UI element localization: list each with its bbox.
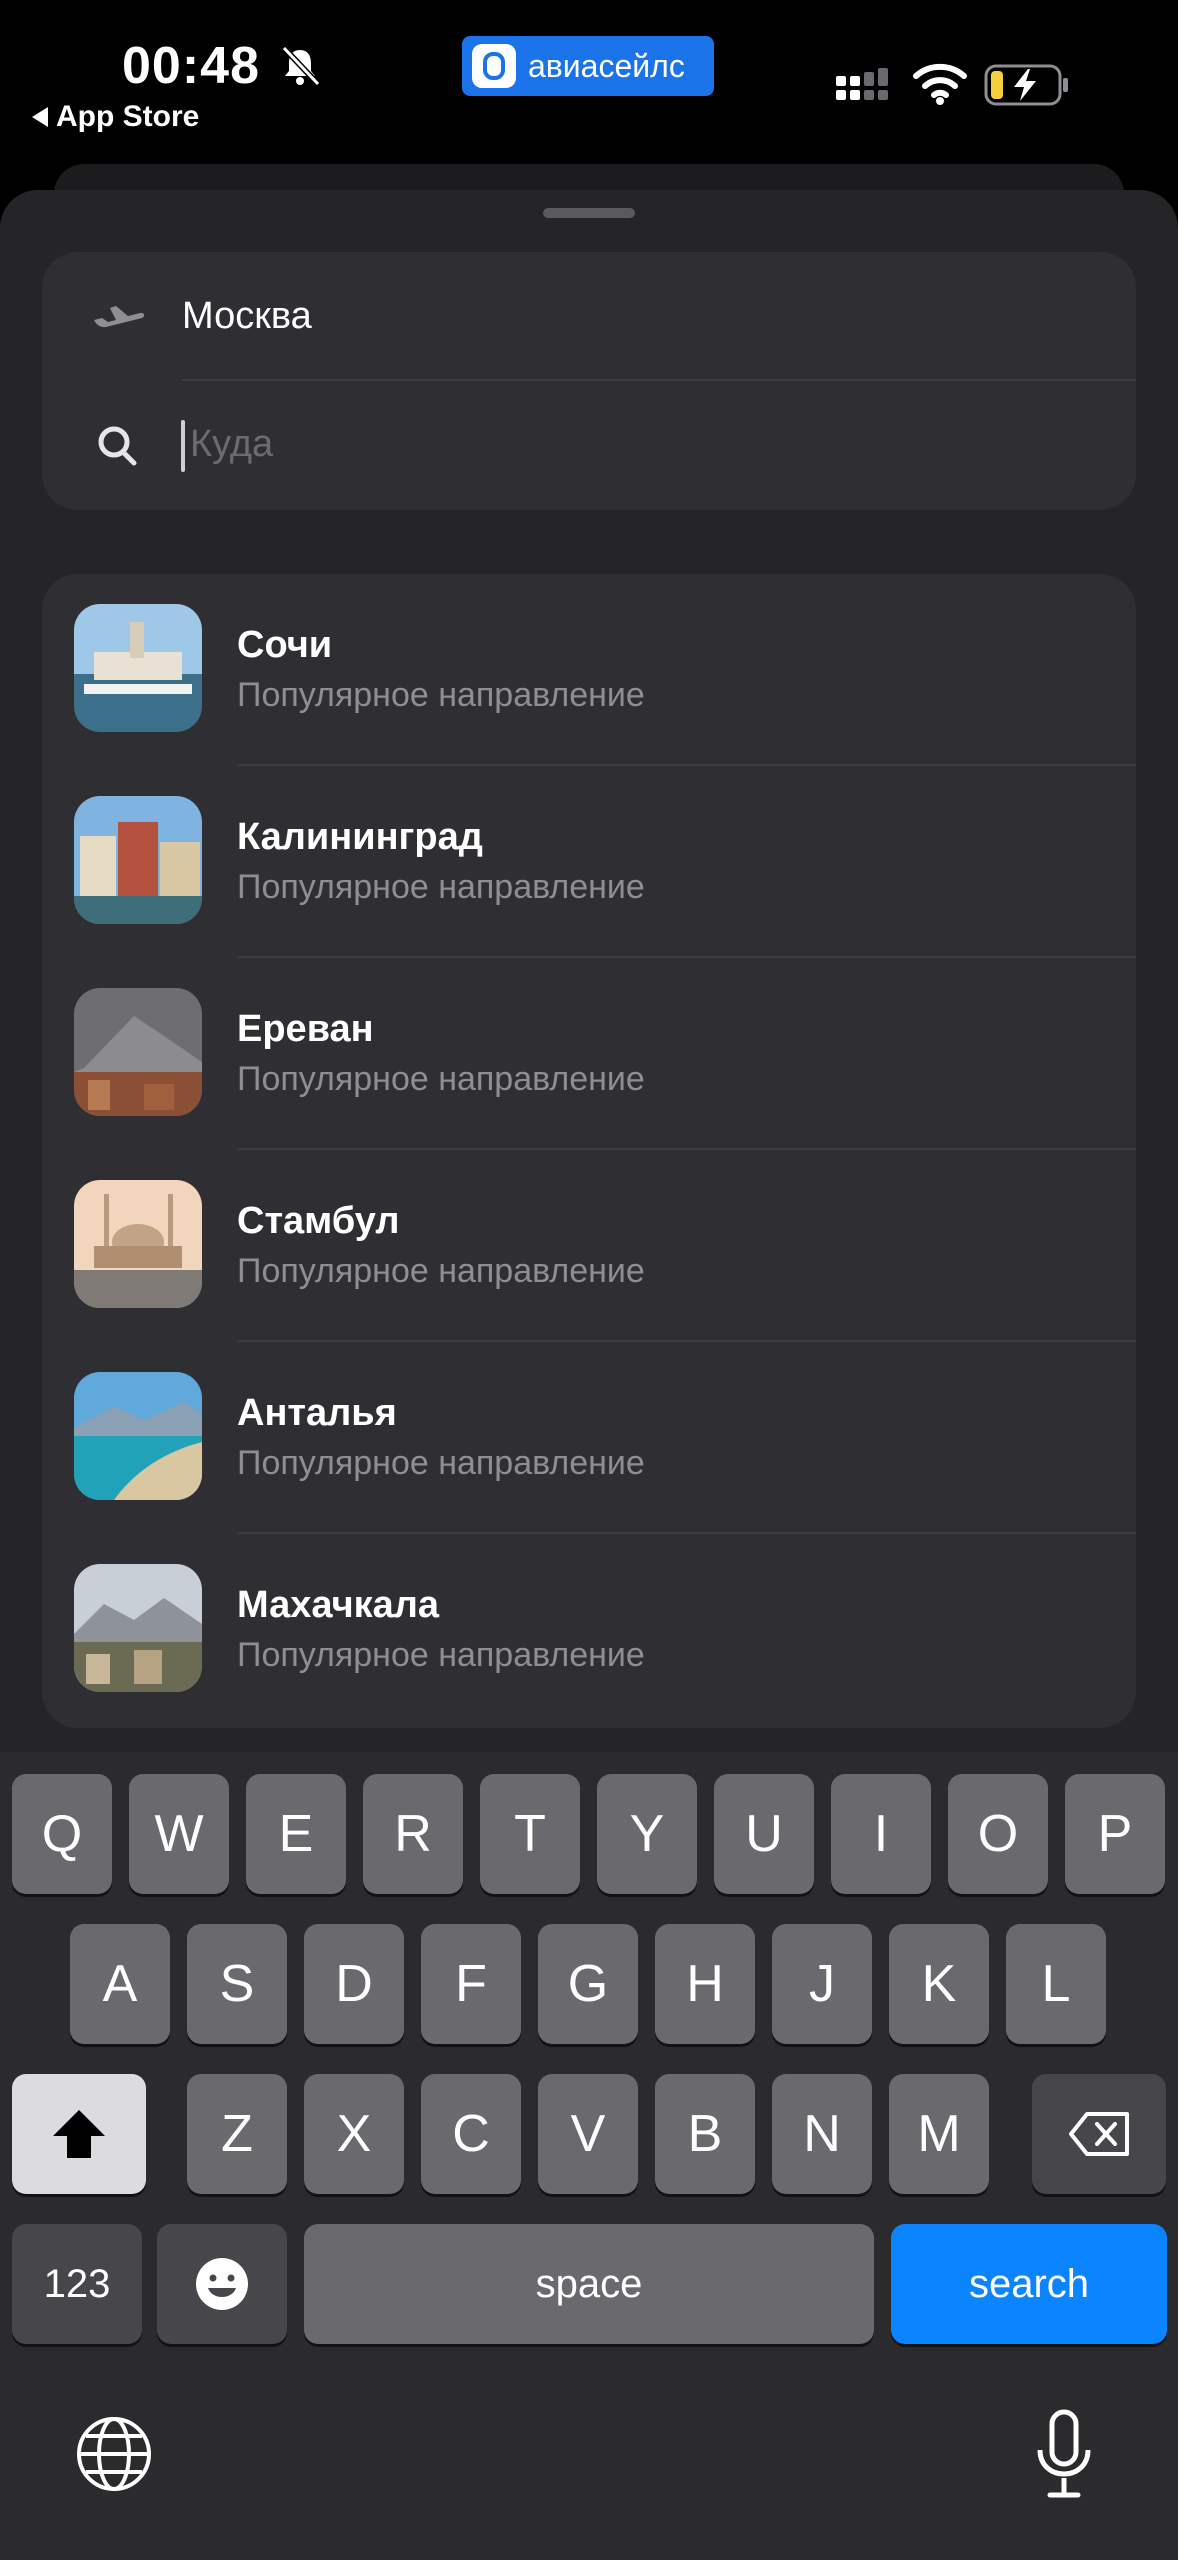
- key-v[interactable]: V: [538, 2074, 638, 2194]
- destination-city: Калининград: [237, 816, 483, 858]
- key-j[interactable]: J: [772, 1924, 872, 2044]
- app-name: авиасейлс: [528, 47, 685, 84]
- keyboard: Q W E R T Y U I O P A S D F G H J K L Z …: [0, 1752, 1178, 2560]
- key-o[interactable]: O: [948, 1774, 1048, 1894]
- text-caret: [181, 420, 185, 472]
- numbers-key[interactable]: 123: [12, 2224, 142, 2344]
- destination-thumbnail: [74, 796, 202, 924]
- key-r[interactable]: R: [363, 1774, 463, 1894]
- key-h[interactable]: H: [655, 1924, 755, 2044]
- key-q[interactable]: Q: [12, 1774, 112, 1894]
- list-item[interactable]: Сочи Популярное направление: [42, 574, 1136, 766]
- key-p[interactable]: P: [1065, 1774, 1165, 1894]
- destination-thumbnail: [74, 1372, 202, 1500]
- destination-thumbnail: [74, 988, 202, 1116]
- key-d[interactable]: D: [304, 1924, 404, 2044]
- key-n[interactable]: N: [772, 2074, 872, 2194]
- destination-subtitle: Популярное направление: [237, 676, 645, 714]
- key-x[interactable]: X: [304, 2074, 404, 2194]
- origin-value: Москва: [182, 294, 312, 337]
- list-item[interactable]: Стамбул Популярное направление: [42, 1150, 1136, 1342]
- bell-muted-icon: [281, 45, 321, 87]
- search-key[interactable]: search: [891, 2224, 1167, 2344]
- list-item[interactable]: Анталья Популярное направление: [42, 1342, 1136, 1534]
- key-a[interactable]: A: [70, 1924, 170, 2044]
- destination-city: Ереван: [237, 1008, 374, 1050]
- destination-thumbnail: [74, 604, 202, 732]
- destination-city: Анталья: [237, 1392, 397, 1434]
- cellular-signal-icon: [836, 68, 888, 100]
- key-b[interactable]: B: [655, 2074, 755, 2194]
- destination-search-sheet: Москва Куда Сочи Популярное направление: [0, 190, 1178, 1760]
- key-i[interactable]: I: [831, 1774, 931, 1894]
- back-label: App Store: [56, 100, 200, 133]
- destination-thumbnail: [74, 1180, 202, 1308]
- key-k[interactable]: K: [889, 1924, 989, 2044]
- key-u[interactable]: U: [714, 1774, 814, 1894]
- airplane-icon: [94, 306, 145, 328]
- globe-icon[interactable]: [74, 2414, 154, 2494]
- sheet-grabber[interactable]: [543, 208, 635, 218]
- space-key[interactable]: space: [304, 2224, 874, 2344]
- microphone-icon[interactable]: [1032, 2408, 1096, 2500]
- shift-arrow-icon: [53, 2110, 105, 2158]
- emoji-key[interactable]: [157, 2224, 287, 2344]
- list-item[interactable]: Ереван Популярное направление: [42, 958, 1136, 1150]
- key-c[interactable]: C: [421, 2074, 521, 2194]
- key-g[interactable]: G: [538, 1924, 638, 2044]
- key-m[interactable]: M: [889, 2074, 989, 2194]
- destination-city: Стамбул: [237, 1200, 400, 1242]
- route-card: Москва Куда: [42, 252, 1136, 510]
- search-icon: [98, 426, 137, 466]
- destination-placeholder: Куда: [190, 422, 274, 465]
- destination-city: Махачкала: [237, 1584, 440, 1626]
- destination-city: Сочи: [237, 624, 333, 666]
- delete-key[interactable]: [1032, 2074, 1166, 2194]
- back-arrow-icon: [32, 107, 48, 127]
- key-e[interactable]: E: [246, 1774, 346, 1894]
- destination-subtitle: Популярное направление: [237, 868, 645, 906]
- shift-key[interactable]: [12, 2074, 146, 2194]
- battery-charging-icon: [984, 64, 1068, 106]
- clock: 00:48: [122, 37, 260, 95]
- key-w[interactable]: W: [129, 1774, 229, 1894]
- destination-thumbnail: [74, 1564, 202, 1692]
- key-y[interactable]: Y: [597, 1774, 697, 1894]
- origin-field[interactable]: Москва: [42, 252, 1136, 381]
- destination-subtitle: Популярное направление: [237, 1060, 645, 1098]
- aviasales-logo-icon: [472, 44, 516, 88]
- backspace-icon: [1069, 2112, 1129, 2156]
- destination-field[interactable]: Куда: [42, 380, 1136, 508]
- destination-subtitle: Популярное направление: [237, 1444, 645, 1482]
- key-l[interactable]: L: [1006, 1924, 1106, 2044]
- app-badge: авиасейлс: [462, 36, 714, 96]
- key-t[interactable]: T: [480, 1774, 580, 1894]
- list-item[interactable]: Калининград Популярное направление: [42, 766, 1136, 958]
- key-s[interactable]: S: [187, 1924, 287, 2044]
- emoji-icon: [196, 2258, 248, 2310]
- popular-destinations-list: Сочи Популярное направление Калининград …: [42, 574, 1136, 1728]
- destination-subtitle: Популярное направление: [237, 1252, 645, 1290]
- wifi-icon: [913, 63, 967, 105]
- key-f[interactable]: F: [421, 1924, 521, 2044]
- status-bar: 00:48 App Store авиасейлс: [0, 0, 1178, 170]
- back-to-app-store[interactable]: App Store: [32, 100, 199, 134]
- list-item[interactable]: Махачкала Популярное направление: [42, 1534, 1136, 1726]
- destination-subtitle: Популярное направление: [237, 1636, 645, 1674]
- key-z[interactable]: Z: [187, 2074, 287, 2194]
